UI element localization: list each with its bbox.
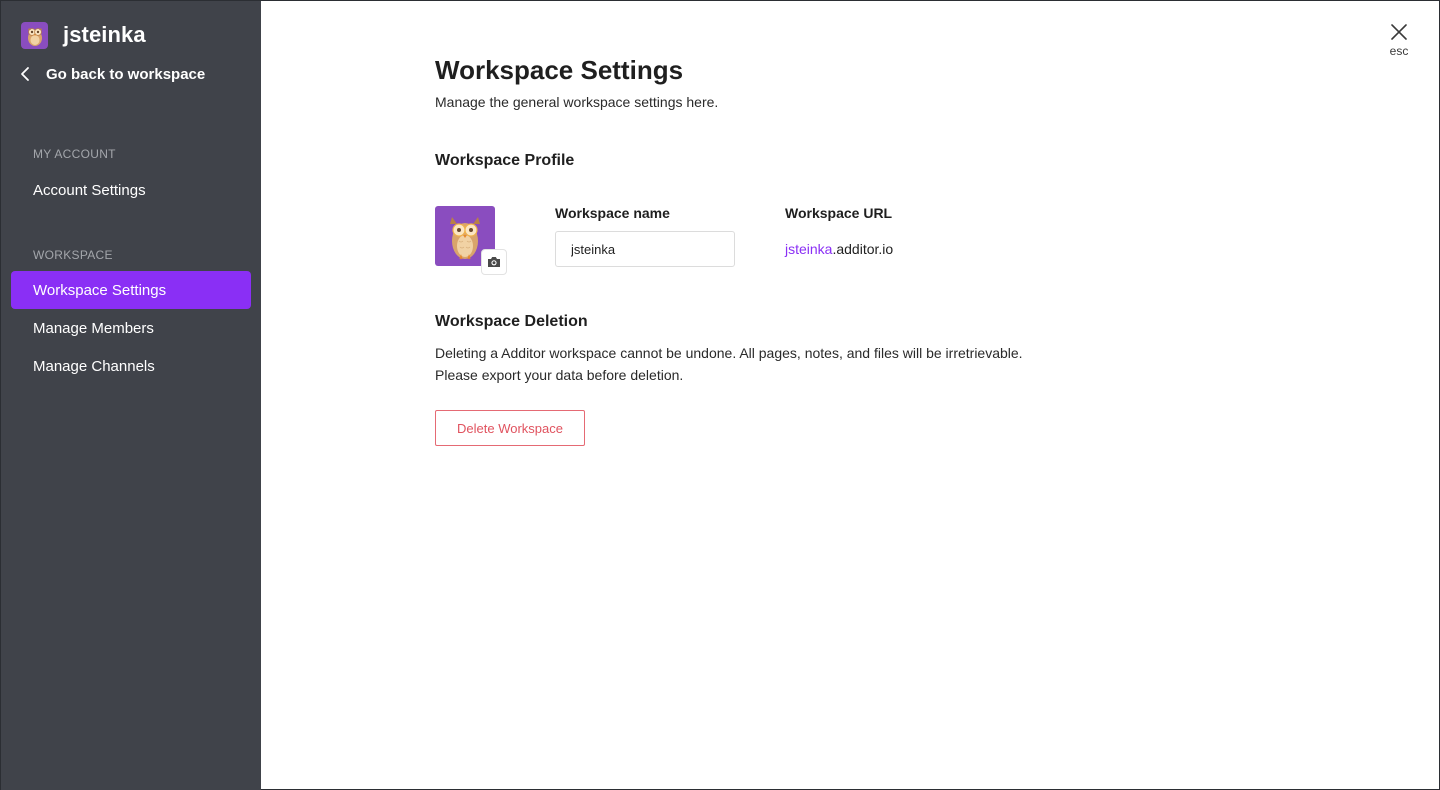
workspace-url-domain: .additor.io <box>832 241 894 257</box>
workspace-name-input[interactable] <box>555 231 735 267</box>
workspace-url: jsteinka.additor.io <box>785 241 893 257</box>
camera-icon <box>488 257 500 267</box>
sidebar-item-manage-channels[interactable]: Manage Channels <box>11 347 251 385</box>
esc-label: esc <box>1389 44 1409 58</box>
app-window: jsteinka Go back to workspace MY ACCOUNT… <box>0 0 1440 790</box>
close-icon <box>1391 24 1407 40</box>
chevron-left-icon <box>17 66 33 82</box>
profile-heading: Workspace Profile <box>435 152 575 169</box>
owl-icon <box>450 217 480 260</box>
section-title-workspace: WORKSPACE <box>33 248 113 262</box>
deletion-warning-line-1: Deleting a Additor workspace cannot be u… <box>435 345 1023 361</box>
page-title: Workspace Settings <box>435 55 684 85</box>
deletion-heading: Workspace Deletion <box>435 313 588 330</box>
go-back-link[interactable]: Go back to workspace <box>17 62 205 86</box>
sidebar-item-workspace-settings[interactable]: Workspace Settings <box>11 271 251 309</box>
workspace-logo <box>21 21 48 49</box>
change-avatar-button[interactable] <box>481 249 507 275</box>
workspace-header: jsteinka <box>21 20 146 50</box>
workspace-name: jsteinka <box>63 22 146 47</box>
workspace-name-label: Workspace name <box>555 205 670 221</box>
deletion-warning-line-2: Please export your data before deletion. <box>435 367 684 383</box>
page-subtitle: Manage the general workspace settings he… <box>435 94 719 110</box>
workspace-avatar-uploader <box>435 206 509 276</box>
sidebar-item-manage-members[interactable]: Manage Members <box>11 309 251 347</box>
close-button[interactable]: esc <box>1385 23 1413 58</box>
go-back-label: Go back to workspace <box>46 65 206 83</box>
section-title-my-account: MY ACCOUNT <box>33 147 116 161</box>
workspace-url-label: Workspace URL <box>785 205 893 221</box>
delete-workspace-button[interactable]: Delete Workspace <box>435 410 585 446</box>
sidebar-item-account-settings[interactable]: Account Settings <box>11 171 251 209</box>
sidebar: jsteinka Go back to workspace MY ACCOUNT… <box>1 1 261 790</box>
owl-icon <box>27 28 42 46</box>
workspace-url-subdomain: jsteinka <box>785 241 833 257</box>
main-content: esc Workspace Settings Manage the genera… <box>261 1 1440 790</box>
